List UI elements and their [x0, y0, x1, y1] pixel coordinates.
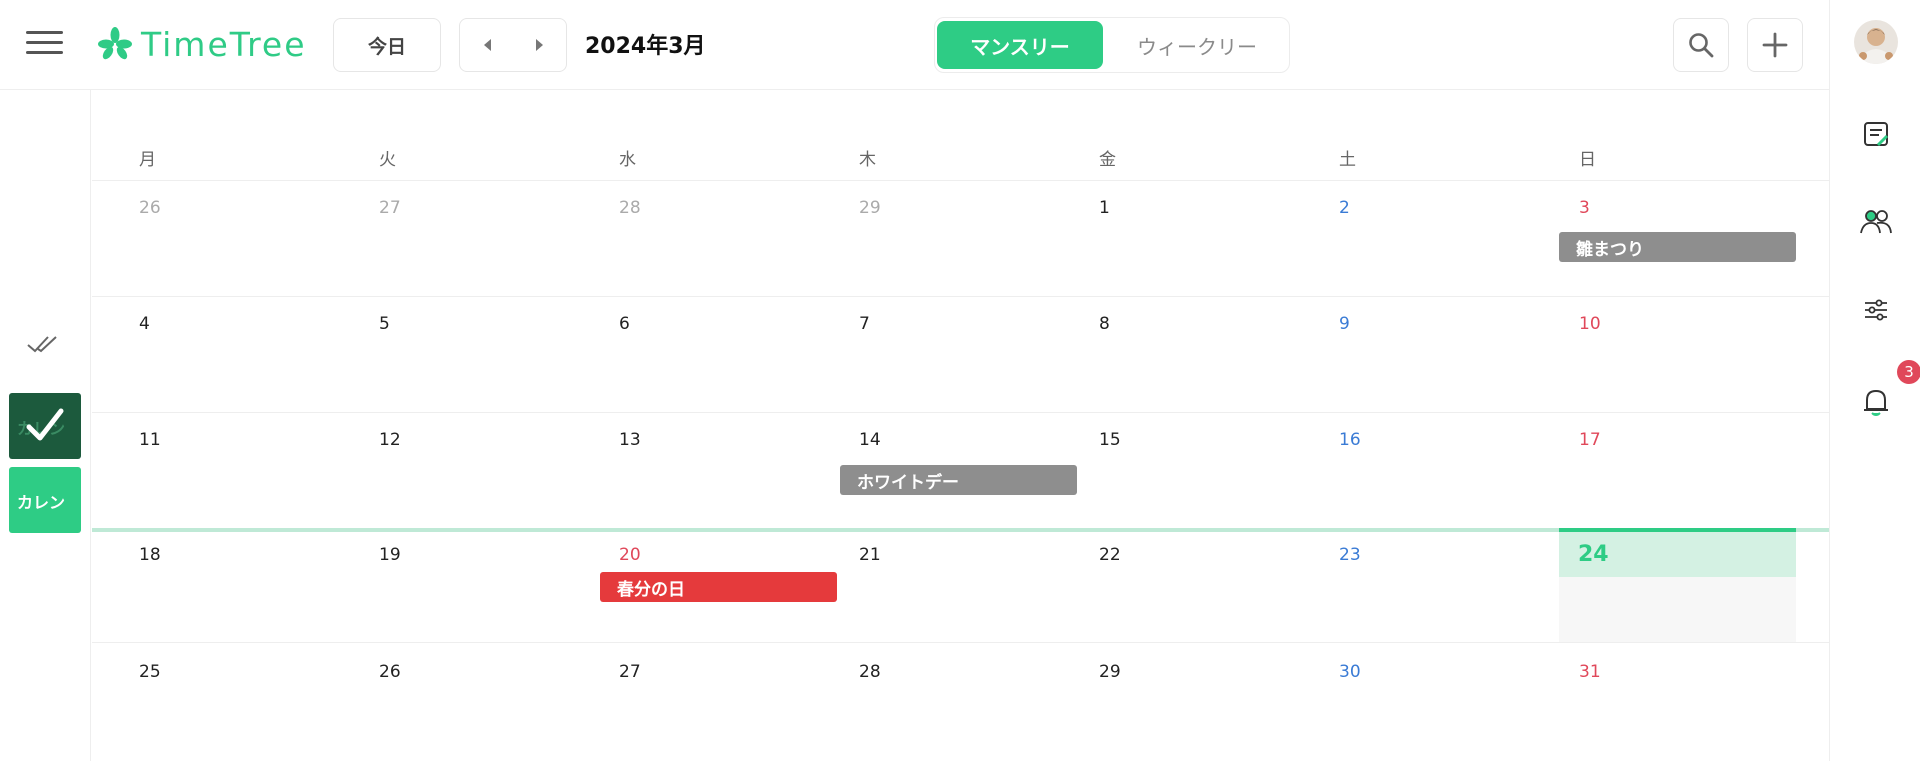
week-row: 11 12 13 14 15 16 17 ホワイトデー [92, 413, 1829, 529]
settings-button[interactable] [1858, 292, 1894, 328]
tab-monthly[interactable]: マンスリー [937, 21, 1103, 69]
day-number[interactable]: 6 [619, 314, 630, 334]
day-number[interactable]: 28 [859, 662, 881, 682]
tab-weekly[interactable]: ウィークリー [1107, 21, 1287, 69]
day-number[interactable]: 1 [1099, 198, 1110, 218]
day-number[interactable]: 23 [1339, 545, 1361, 565]
double-check-icon[interactable] [26, 333, 62, 357]
memo-button[interactable] [1858, 116, 1894, 152]
members-button[interactable] [1858, 204, 1894, 240]
calendar-tile-label: カレン [17, 493, 66, 512]
day-number[interactable]: 17 [1579, 430, 1601, 450]
month-navigation [459, 18, 567, 72]
weekday-label: 月 [139, 150, 156, 170]
check-icon [26, 408, 64, 441]
timetree-leaf-icon [98, 27, 132, 60]
day-number[interactable]: 2 [1339, 198, 1350, 218]
app-logo[interactable]: TimeTree [97, 24, 307, 64]
memo-icon [1864, 122, 1889, 147]
weekday-label: 木 [859, 150, 876, 170]
day-number[interactable]: 26 [139, 198, 161, 218]
week-row: 25 26 27 28 29 30 31 [92, 645, 1829, 761]
caret-right-icon [535, 39, 543, 51]
month-title: 2024年3月 [585, 34, 706, 59]
event-shunbun[interactable]: 春分の日 [600, 572, 837, 602]
day-number[interactable]: 30 [1339, 662, 1361, 682]
user-photo-icon [1854, 20, 1898, 64]
calendar-tile[interactable]: カレン [9, 467, 81, 533]
day-number[interactable]: 25 [139, 662, 161, 682]
day-number[interactable]: 18 [139, 545, 161, 565]
calendar-tile-selected[interactable]: カレン [9, 393, 81, 459]
menu-icon[interactable] [26, 31, 63, 55]
weekday-header: 月 火 水 木 金 土 日 [92, 91, 1829, 181]
week-row: 26 27 28 29 1 2 3 雛まつり [92, 181, 1829, 297]
day-number[interactable]: 7 [859, 314, 870, 334]
avatar[interactable] [1854, 20, 1898, 64]
day-number[interactable]: 29 [859, 198, 881, 218]
day-number[interactable]: 10 [1579, 314, 1601, 334]
weekday-label: 金 [1099, 150, 1116, 170]
day-number[interactable]: 8 [1099, 314, 1110, 334]
day-number[interactable]: 12 [379, 430, 401, 450]
weekday-label: 火 [379, 150, 396, 170]
day-number[interactable]: 11 [139, 430, 161, 450]
weekday-label: 土 [1339, 150, 1356, 170]
search-icon [1689, 33, 1714, 58]
top-header: TimeTree 今日 2024年3月 マンスリー ウィークリー [0, 0, 1829, 90]
notifications-button[interactable] [1858, 384, 1894, 420]
notification-badge: 3 [1897, 360, 1920, 384]
add-event-button[interactable] [1747, 18, 1803, 72]
day-number[interactable]: 15 [1099, 430, 1121, 450]
day-number[interactable]: 28 [619, 198, 641, 218]
event-white-day[interactable]: ホワイトデー [840, 465, 1077, 495]
week-row: 18 19 20 21 22 23 春分の日 [92, 532, 1829, 643]
event-hinamatsuri[interactable]: 雛まつり [1559, 232, 1796, 262]
weekday-label: 日 [1579, 150, 1596, 170]
month-calendar: 月 火 水 木 金 土 日 26 27 28 29 1 2 3 雛まつり 4 5… [92, 91, 1829, 761]
day-number[interactable]: 21 [859, 545, 881, 565]
day-number[interactable]: 3 [1579, 198, 1590, 218]
search-button[interactable] [1673, 18, 1729, 72]
bell-icon [1864, 389, 1888, 416]
day-number[interactable]: 14 [859, 430, 881, 450]
day-number[interactable]: 26 [379, 662, 401, 682]
today-button[interactable]: 今日 [333, 18, 441, 72]
view-switch: マンスリー ウィークリー [934, 17, 1290, 73]
weekday-label: 水 [619, 150, 636, 170]
prev-month-button[interactable] [460, 19, 513, 71]
week-row: 4 5 6 7 8 9 10 [92, 297, 1829, 413]
day-number[interactable]: 9 [1339, 314, 1350, 334]
right-rail: 3 [1829, 0, 1920, 761]
day-number[interactable]: 13 [619, 430, 641, 450]
day-number[interactable]: 4 [139, 314, 150, 334]
day-number[interactable]: 16 [1339, 430, 1361, 450]
next-month-button[interactable] [513, 19, 566, 71]
app-name: TimeTree [141, 24, 307, 64]
left-rail: カレン カレン [0, 90, 91, 761]
people-icon [1860, 210, 1892, 234]
day-number[interactable]: 27 [619, 662, 641, 682]
day-number[interactable]: 19 [379, 545, 401, 565]
day-number[interactable]: 31 [1579, 662, 1601, 682]
sliders-icon [1865, 299, 1887, 321]
day-number[interactable]: 22 [1099, 545, 1121, 565]
day-number[interactable]: 5 [379, 314, 390, 334]
day-number[interactable]: 29 [1099, 662, 1121, 682]
day-number[interactable]: 20 [619, 545, 641, 565]
plus-icon [1762, 32, 1788, 58]
caret-left-icon [483, 39, 491, 51]
day-number[interactable]: 27 [379, 198, 401, 218]
